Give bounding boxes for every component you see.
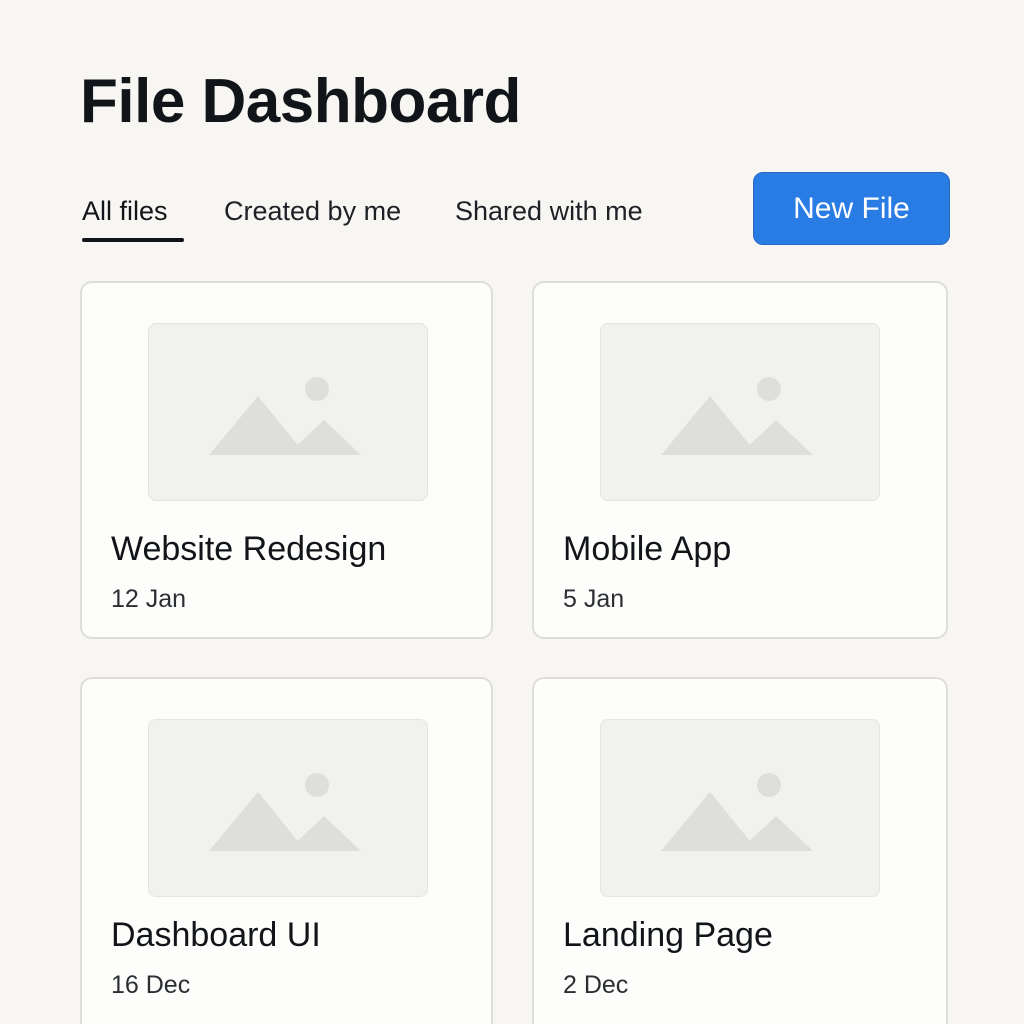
file-name: Landing Page [563, 916, 773, 954]
tab-label: All files [82, 196, 168, 226]
file-dashboard-page: File Dashboard All files Created by me S… [0, 0, 1024, 1024]
tab-all-files[interactable]: All files [82, 190, 184, 242]
file-name: Dashboard UI [111, 916, 321, 954]
page-title: File Dashboard [80, 67, 521, 136]
file-card-landing-page[interactable]: Landing Page 2 Dec [532, 677, 948, 1024]
new-file-button[interactable]: New File [753, 172, 950, 245]
image-placeholder-icon [209, 773, 361, 851]
file-card-website-redesign[interactable]: Website Redesign 12 Jan [80, 281, 493, 639]
file-date: 5 Jan [563, 585, 625, 613]
tab-shared-with-me[interactable]: Shared with me [455, 190, 643, 232]
file-thumbnail [148, 323, 428, 501]
file-date: 16 Dec [111, 971, 191, 999]
file-name: Mobile App [563, 530, 732, 568]
image-placeholder-icon [209, 377, 361, 455]
image-placeholder-icon [661, 377, 813, 455]
image-placeholder-icon [661, 773, 813, 851]
file-thumbnail [148, 719, 428, 897]
file-card-mobile-app[interactable]: Mobile App 5 Jan [532, 281, 948, 639]
file-thumbnail [600, 323, 880, 501]
file-date: 12 Jan [111, 585, 187, 613]
file-card-dashboard-ui[interactable]: Dashboard UI 16 Dec [80, 677, 493, 1024]
file-date: 2 Dec [563, 971, 629, 999]
file-thumbnail [600, 719, 880, 897]
file-name: Website Redesign [111, 530, 387, 568]
tab-created-by-me[interactable]: Created by me [224, 190, 401, 232]
active-tab-indicator [82, 238, 184, 242]
